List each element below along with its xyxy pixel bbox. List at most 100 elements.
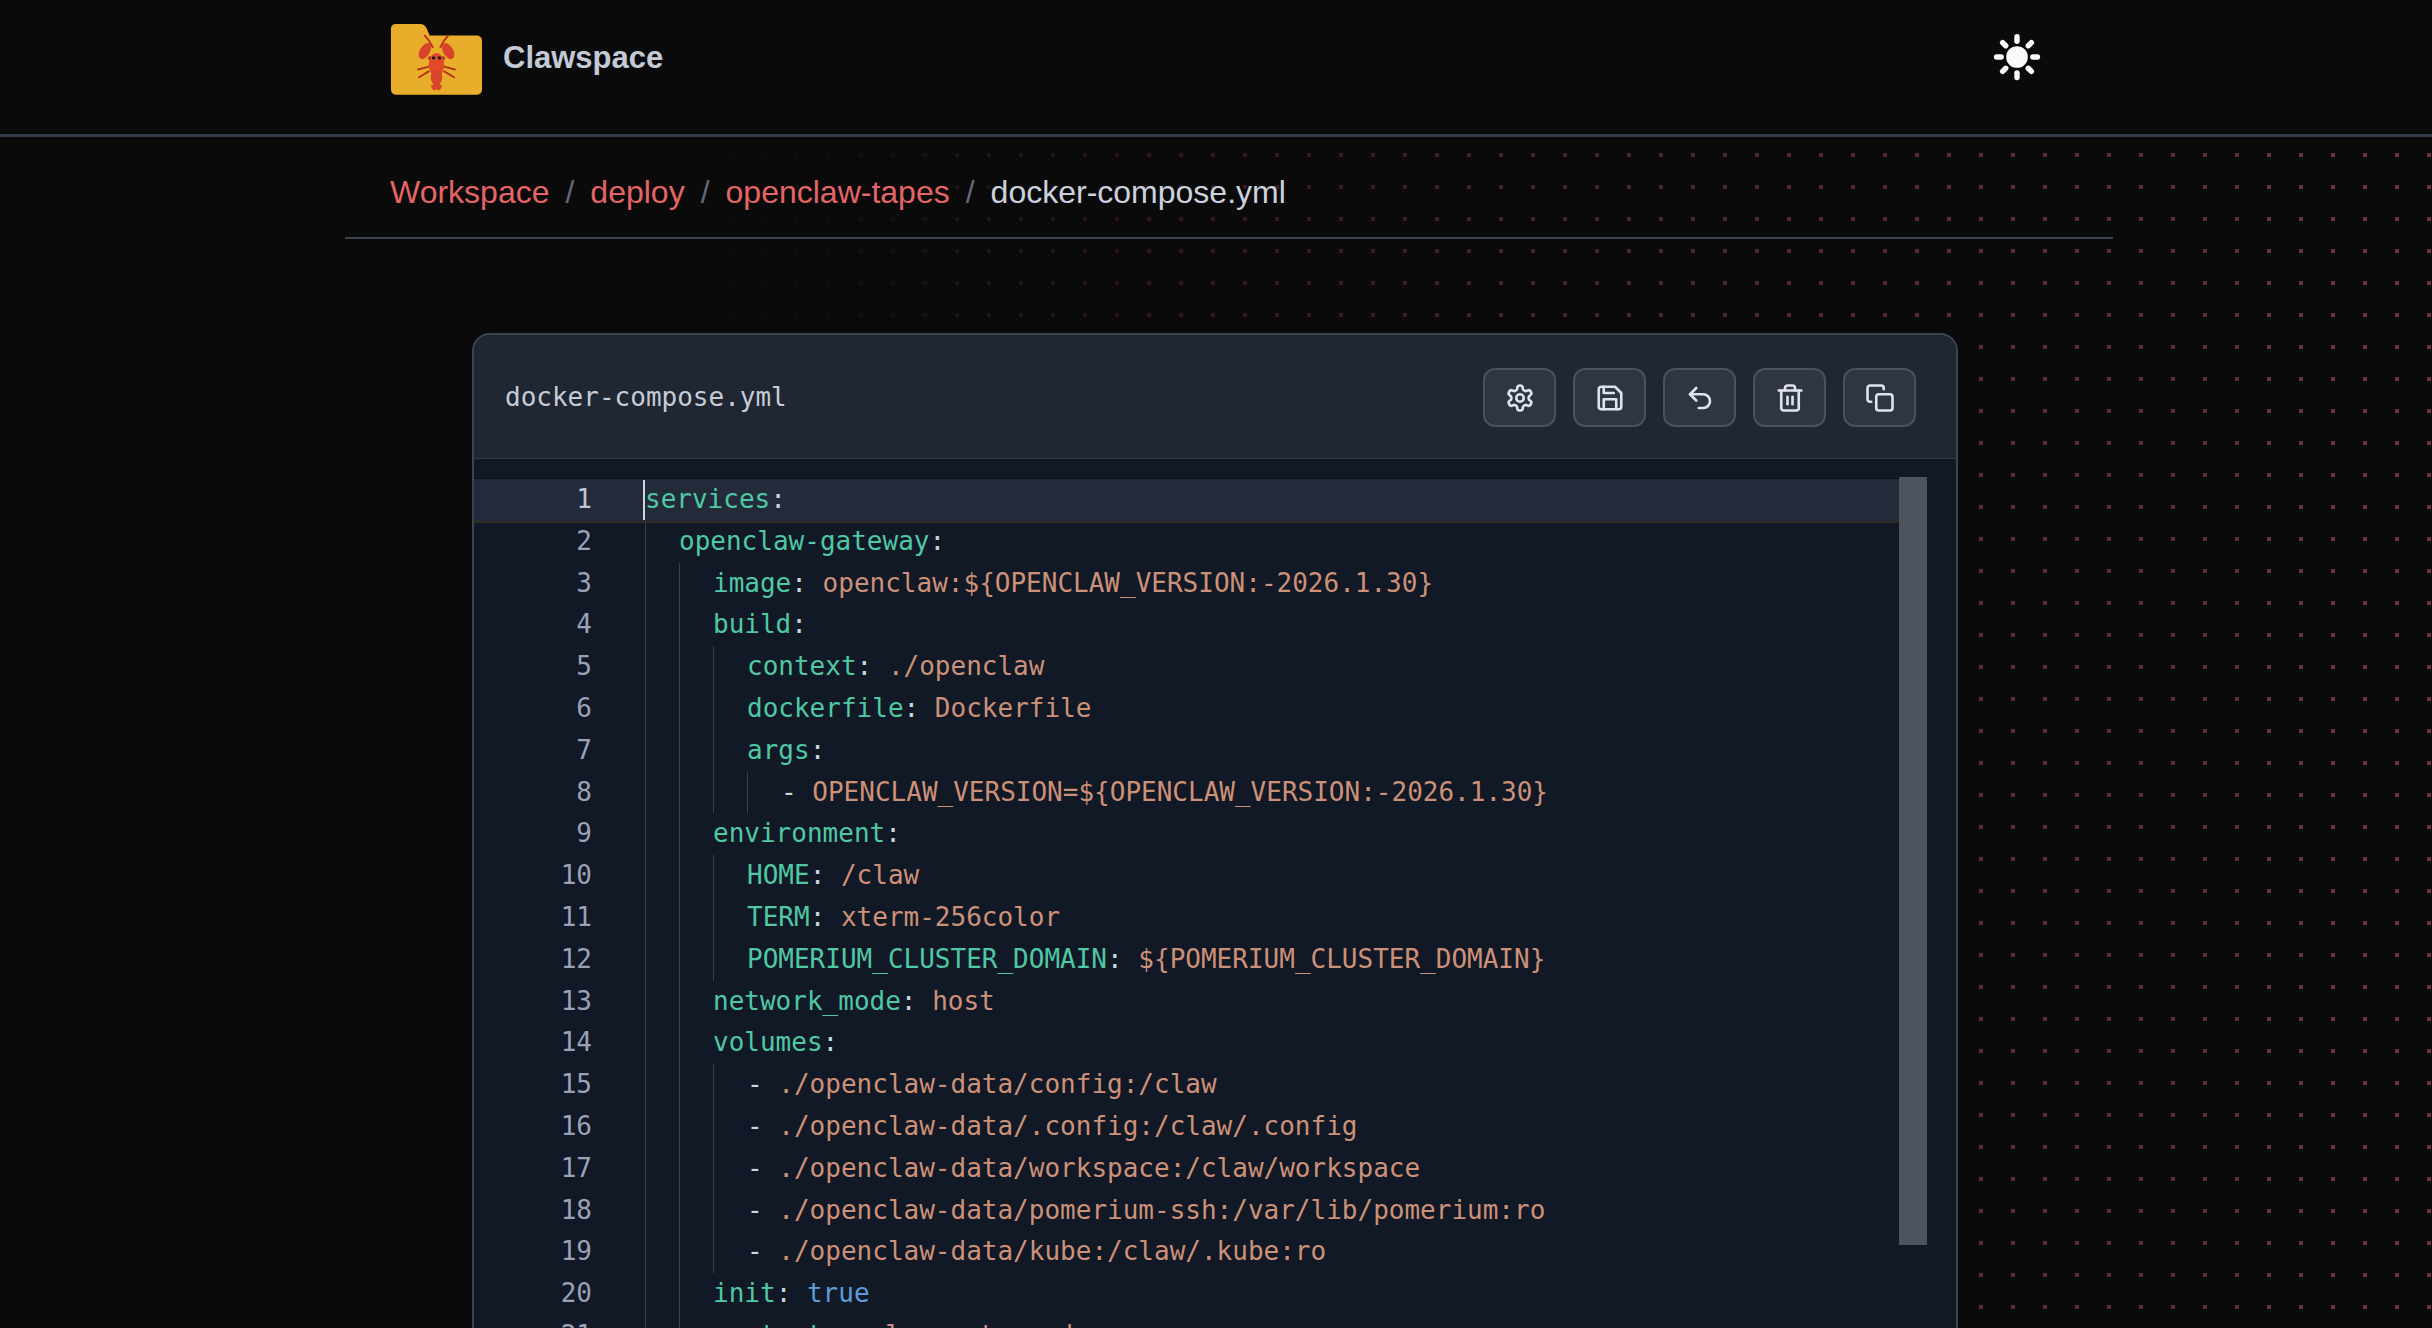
code-line[interactable]: 19- ./openclaw-data/kube:/claw/.kube:ro <box>474 1231 1899 1273</box>
indent-guide <box>645 855 679 897</box>
code-line[interactable]: 14volumes: <box>474 1022 1899 1064</box>
breadcrumb-separator: / <box>549 174 590 211</box>
line-content: - ./openclaw-data/workspace:/claw/worksp… <box>645 1148 1420 1190</box>
undo-icon <box>1685 383 1715 413</box>
code-line[interactable]: 11TERM: xterm-256color <box>474 897 1899 939</box>
line-content: openclaw-gateway: <box>645 521 945 563</box>
settings-button[interactable] <box>1483 368 1556 427</box>
indent-guide <box>645 772 679 814</box>
breadcrumb: Workspace / deploy / openclaw-tapes / do… <box>390 169 1286 215</box>
indent-guide <box>679 1190 713 1232</box>
breadcrumb-separator: / <box>685 174 726 211</box>
code-line[interactable]: 10 HOME: /claw <box>474 855 1899 897</box>
app-logo <box>390 23 483 95</box>
line-number: 15 <box>474 1064 592 1106</box>
code-line[interactable]: 9 environment: <box>474 813 1899 855</box>
line-number: 7 <box>474 730 592 772</box>
code-line[interactable]: 8- OPENCLAW_VERSION=${OPENCLAW_VERSION:-… <box>474 772 1899 814</box>
editor-card-header: docker-compose.yml <box>474 335 1956 459</box>
indent-guide <box>679 772 713 814</box>
line-number: 6 <box>474 688 592 730</box>
line-content: HOME: /claw <box>645 855 919 897</box>
indent-guide <box>679 1148 713 1190</box>
line-content: init: true <box>645 1273 870 1315</box>
line-number: 17 <box>474 1148 592 1190</box>
indent-guide <box>713 1064 747 1106</box>
indent-guide <box>645 1231 679 1273</box>
save-button[interactable] <box>1573 368 1646 427</box>
indent-guide <box>713 730 747 772</box>
code-line[interactable]: 20init: true <box>474 1273 1899 1315</box>
line-content: dockerfile: Dockerfile <box>645 688 1091 730</box>
code-line[interactable]: 21restart: unless-stopped <box>474 1315 1899 1328</box>
indent-guide <box>645 730 679 772</box>
save-icon <box>1595 383 1625 413</box>
line-content: POMERIUM_CLUSTER_DOMAIN: ${POMERIUM_CLUS… <box>645 939 1545 981</box>
indent-guide <box>713 1148 747 1190</box>
line-content: network_mode: host <box>645 981 995 1023</box>
line-content: - ./openclaw-data/config:/claw <box>645 1064 1217 1106</box>
indent-guide <box>645 981 679 1023</box>
code-line[interactable]: 4build: <box>474 604 1899 646</box>
code-line[interactable]: 17 - ./openclaw-data/workspace:/claw/work… <box>474 1148 1899 1190</box>
indent-guide <box>679 563 713 605</box>
breadcrumb-current: docker-compose.yml <box>991 174 1286 211</box>
code-line[interactable]: 6 dockerfile: Dockerfile <box>474 688 1899 730</box>
line-number: 10 <box>474 855 592 897</box>
indent-guide <box>645 521 679 563</box>
folder-lobster-icon <box>390 23 483 97</box>
copy-button[interactable] <box>1843 368 1916 427</box>
line-content: environment: <box>645 813 901 855</box>
line-number: 2 <box>474 521 592 563</box>
line-number: 8 <box>474 772 592 814</box>
indent-guide <box>679 688 713 730</box>
indent-guide <box>679 1064 713 1106</box>
code-line[interactable]: 3image: openclaw:${OPENCLAW_VERSION:-202… <box>474 563 1899 605</box>
line-number: 18 <box>474 1190 592 1232</box>
indent-guide <box>679 939 713 981</box>
indent-guide <box>679 1106 713 1148</box>
indent-guide <box>713 897 747 939</box>
indent-guide <box>645 688 679 730</box>
indent-guide <box>679 1315 713 1328</box>
line-number: 9 <box>474 813 592 855</box>
undo-button[interactable] <box>1663 368 1736 427</box>
indent-guide <box>679 981 713 1023</box>
code-line[interactable]: 18- ./openclaw-data/pomerium-ssh:/var/li… <box>474 1190 1899 1232</box>
copy-icon <box>1865 383 1895 413</box>
indent-guide <box>713 1190 747 1232</box>
code-line[interactable]: 1services: <box>474 479 1899 521</box>
editor-toolbar <box>1483 368 1916 427</box>
code-line[interactable]: 2 openclaw-gateway: <box>474 521 1899 563</box>
code-line[interactable]: 16- ./openclaw-data/.config:/claw/.confi… <box>474 1106 1899 1148</box>
app-header: Clawspace <box>0 0 2432 137</box>
breadcrumb-item[interactable]: openclaw-tapes <box>726 174 950 211</box>
indent-guide <box>645 939 679 981</box>
code-line[interactable]: 5context: ./openclaw <box>474 646 1899 688</box>
indent-guide <box>679 1022 713 1064</box>
code-line[interactable]: 15 - ./openclaw-data/config:/claw <box>474 1064 1899 1106</box>
editor-scrollbar[interactable] <box>1899 477 1927 1245</box>
indent-guide <box>713 1231 747 1273</box>
code-line[interactable]: 13 network_mode: host <box>474 981 1899 1023</box>
breadcrumb-item[interactable]: deploy <box>590 174 684 211</box>
indent-guide <box>713 646 747 688</box>
editor-card: docker-compose.yml <box>472 333 1958 1328</box>
indent-guide <box>679 730 713 772</box>
line-number: 13 <box>474 981 592 1023</box>
breadcrumb-divider <box>345 237 2113 239</box>
indent-guide <box>645 897 679 939</box>
indent-guide <box>679 646 713 688</box>
code-editor[interactable]: 1services:2 openclaw-gateway:3image: open… <box>474 459 1956 1328</box>
indent-guide <box>645 813 679 855</box>
delete-button[interactable] <box>1753 368 1826 427</box>
breadcrumb-item[interactable]: Workspace <box>390 174 549 211</box>
code-line[interactable]: 12POMERIUM_CLUSTER_DOMAIN: ${POMERIUM_CL… <box>474 939 1899 981</box>
theme-toggle-button[interactable] <box>1989 29 2045 85</box>
line-number: 21 <box>474 1315 592 1328</box>
indent-guide <box>645 1106 679 1148</box>
indent-guide <box>713 1106 747 1148</box>
indent-guide <box>713 772 747 814</box>
indent-guide <box>713 939 747 981</box>
code-line[interactable]: 7args: <box>474 730 1899 772</box>
